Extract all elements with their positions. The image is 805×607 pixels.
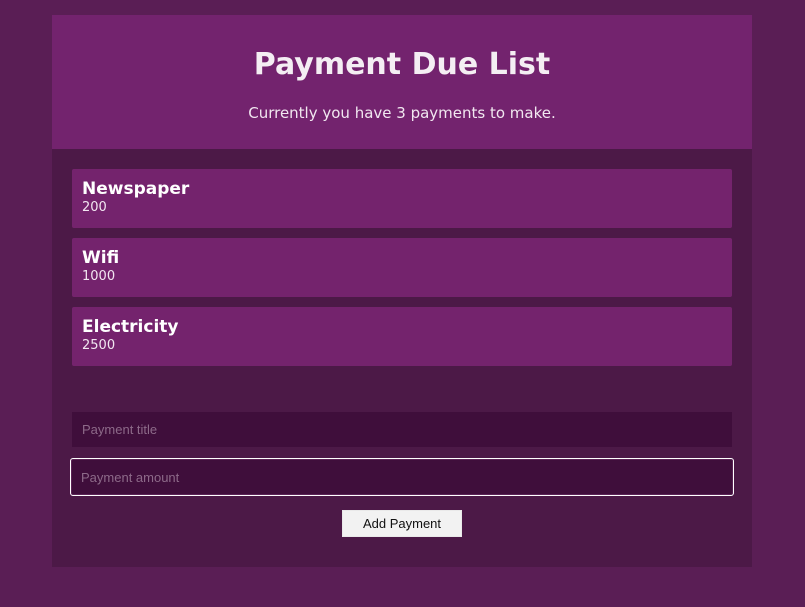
add-payment-button[interactable]: Add Payment xyxy=(342,510,462,537)
payment-amount: 200 xyxy=(82,200,107,215)
payment-title-input[interactable] xyxy=(72,412,732,447)
payment-title: Newspaper xyxy=(82,179,190,199)
payment-list: Newspaper 200 Wifi 1000 Electricity 2500 xyxy=(52,149,752,366)
payment-amount: 2500 xyxy=(82,338,116,353)
page-header: Payment Due List Currently you have 3 pa… xyxy=(52,15,752,149)
add-payment-form: Add Payment xyxy=(70,412,734,537)
payment-amount: 1000 xyxy=(82,269,116,284)
payment-title: Electricity xyxy=(82,317,179,337)
payment-title: Wifi xyxy=(82,248,120,268)
page-title: Payment Due List xyxy=(253,47,551,82)
payment-item: Electricity 2500 xyxy=(72,307,732,366)
payment-amount-input[interactable] xyxy=(70,458,734,496)
payment-item: Newspaper 200 xyxy=(72,169,732,228)
payment-item: Wifi 1000 xyxy=(72,238,732,297)
payment-due-app: Payment Due List Currently you have 3 pa… xyxy=(52,15,752,567)
payment-count-message: Currently you have 3 payments to make. xyxy=(248,104,556,122)
form-actions: Add Payment xyxy=(72,510,732,537)
